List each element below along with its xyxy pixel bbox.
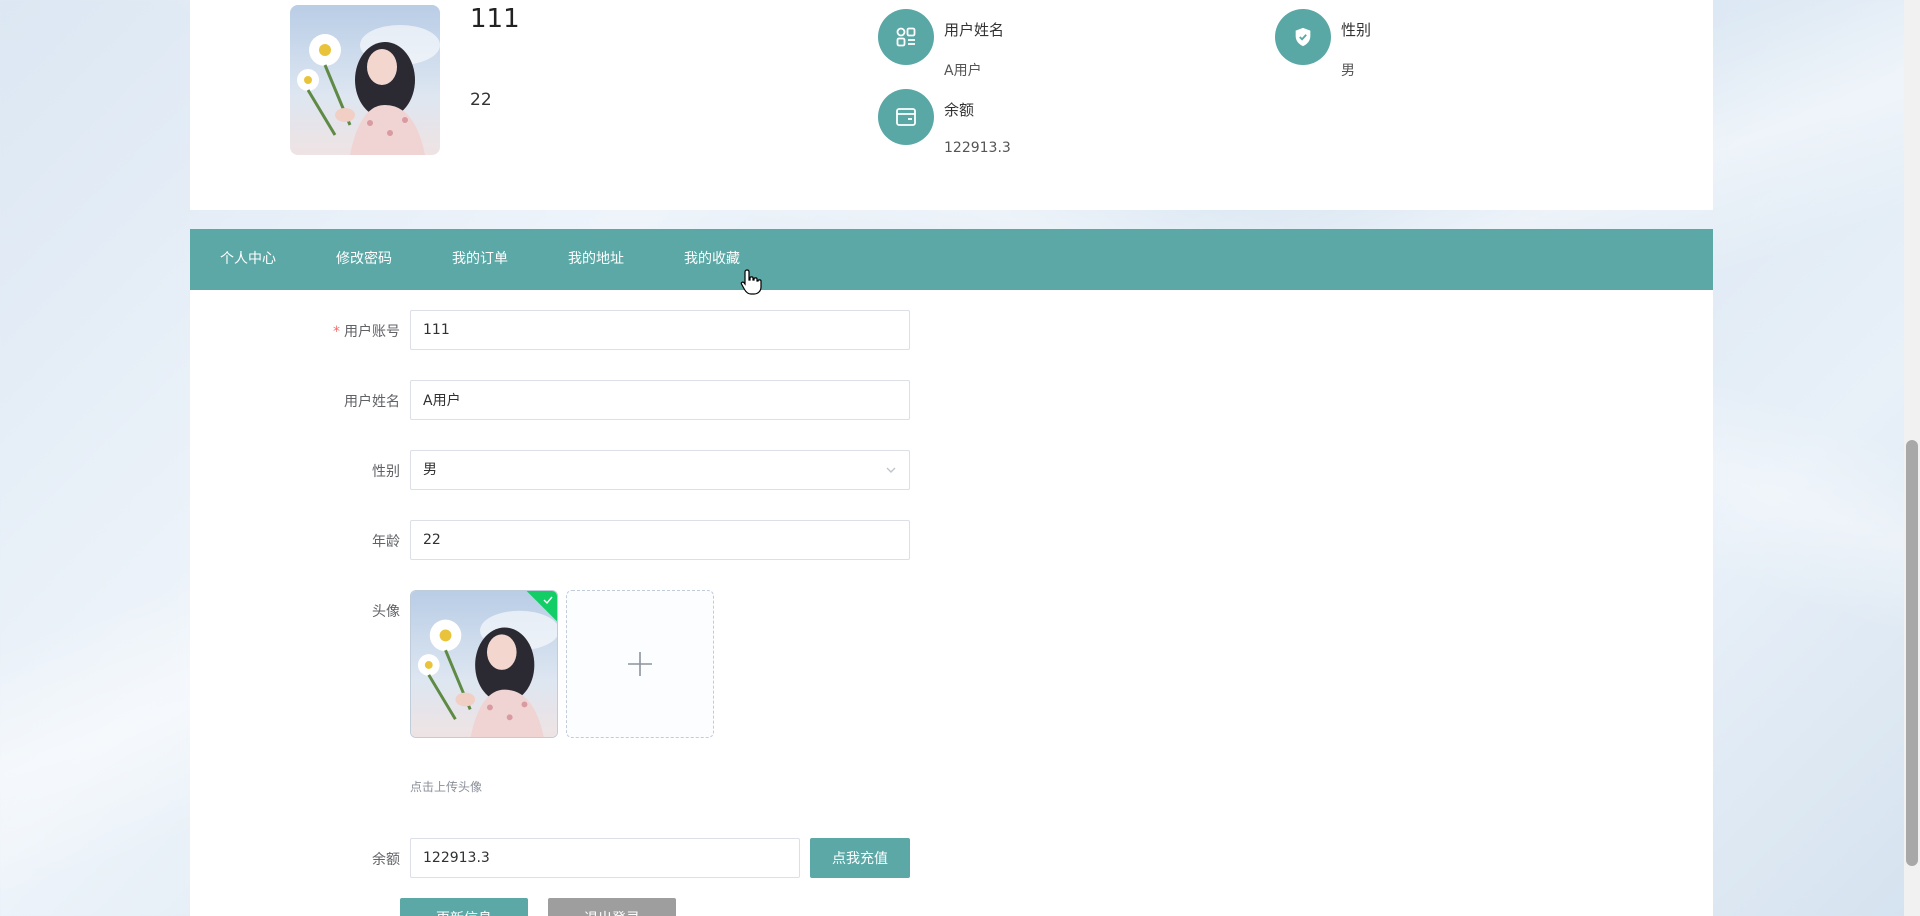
- scrollbar-thumb[interactable]: [1906, 440, 1918, 866]
- profile-form: *用户账号 用户姓名 性别 男 年龄 头像: [190, 290, 1713, 916]
- info-value: 122913.3: [944, 140, 1011, 156]
- balance-label: 余额: [372, 852, 400, 868]
- apps-icon: [878, 9, 934, 65]
- profile-card: 111 22 用户姓名 A用户 性别 男 余额 122913.3: [190, 0, 1713, 210]
- realname-input[interactable]: [410, 380, 910, 420]
- gender-label: 性别: [372, 464, 400, 480]
- profile-name: 111: [470, 4, 520, 34]
- avatar-upload-tip: 点击上传头像: [410, 780, 483, 794]
- check-icon: [543, 596, 553, 605]
- profile-age: 22: [470, 90, 492, 110]
- account-label: * 用户账号: [333, 324, 400, 340]
- info-label: 余额: [944, 101, 975, 119]
- wallet-icon: [878, 89, 934, 145]
- info-label: 性别: [1341, 21, 1372, 39]
- avatar-photo: [411, 591, 557, 737]
- update-info-button[interactable]: 更新信息: [400, 898, 528, 916]
- info-gender: 性别 男: [1275, 9, 1575, 79]
- age-label: 年龄: [372, 534, 400, 550]
- info-value: A用户: [944, 63, 982, 79]
- recharge-button[interactable]: 点我充值: [810, 838, 910, 878]
- tab-my-favorites[interactable]: 我的收藏: [684, 229, 740, 290]
- age-input[interactable]: [410, 520, 910, 560]
- avatar-photo: [290, 5, 440, 155]
- required-star: *: [333, 324, 340, 340]
- info-balance: 余额 122913.3: [878, 89, 1178, 156]
- realname-label: 用户姓名: [344, 394, 400, 410]
- tab-my-address[interactable]: 我的地址: [568, 229, 624, 290]
- shield-icon: [1275, 9, 1331, 65]
- avatar-label: 头像: [372, 604, 400, 620]
- tab-change-password[interactable]: 修改密码: [336, 229, 392, 290]
- info-value: 男: [1341, 63, 1355, 79]
- gender-select[interactable]: 男: [410, 450, 910, 490]
- tab-my-orders[interactable]: 我的订单: [452, 229, 508, 290]
- account-input[interactable]: [410, 310, 910, 350]
- uploaded-avatar-thumb[interactable]: [410, 590, 558, 738]
- info-label: 用户姓名: [944, 21, 1005, 39]
- page-scrollbar[interactable]: [1904, 0, 1920, 916]
- info-realname: 用户姓名 A用户: [878, 9, 1178, 79]
- gender-select-value: 男: [423, 462, 437, 478]
- tab-personal-center[interactable]: 个人中心: [220, 229, 276, 290]
- balance-input[interactable]: [410, 838, 800, 878]
- logout-button[interactable]: 退出登录: [548, 898, 676, 916]
- tab-nav: 个人中心 修改密码 我的订单 我的地址 我的收藏: [190, 229, 1713, 290]
- plus-icon: [628, 652, 652, 676]
- avatar-upload-button[interactable]: [566, 590, 714, 738]
- chevron-down-icon: [886, 467, 896, 473]
- profile-avatar: [290, 5, 440, 155]
